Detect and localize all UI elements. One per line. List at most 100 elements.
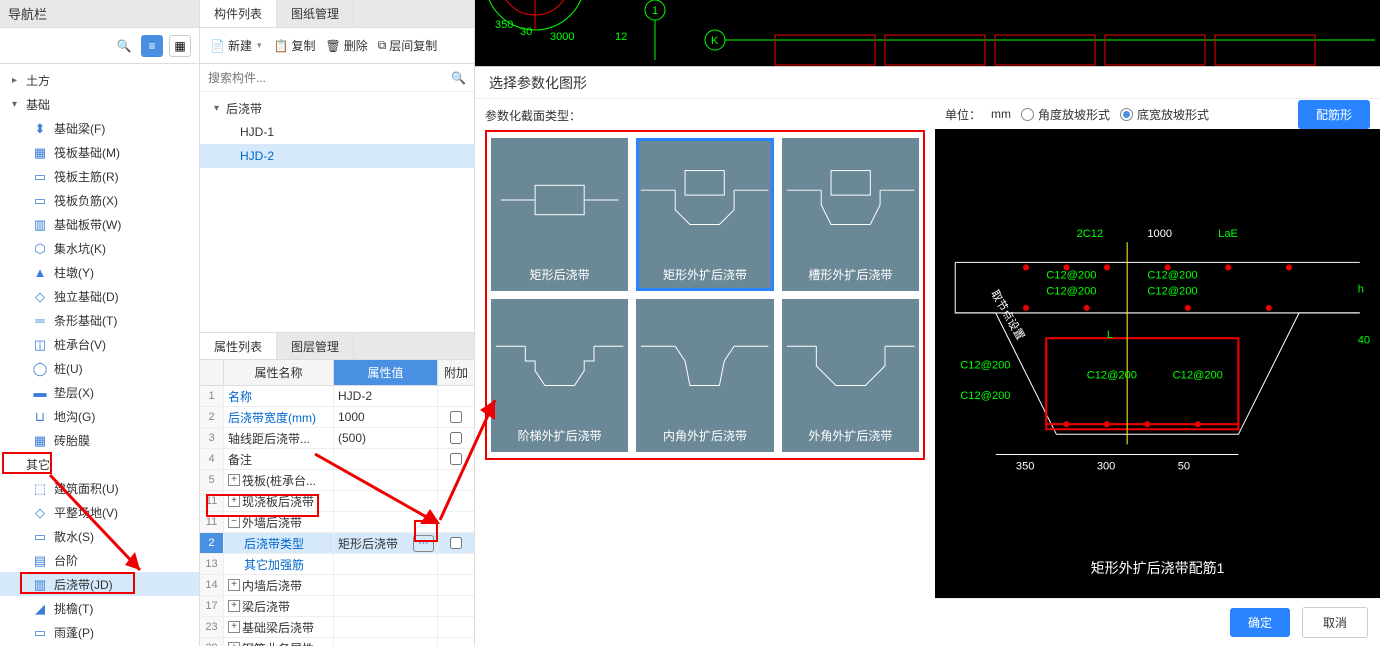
svg-text:C12@200: C12@200: [1147, 270, 1197, 282]
dialog-footer: 确定 取消: [935, 598, 1380, 646]
tree-sub-hjd[interactable]: ▥后浇带(JD): [0, 572, 199, 596]
tree-sub[interactable]: ◇平整场地(V): [0, 500, 199, 524]
comp-item-selected[interactable]: HJD-2: [200, 144, 474, 168]
svg-text:3000: 3000: [550, 31, 574, 43]
section-card[interactable]: 内角外扩后浇带: [636, 299, 773, 452]
radio-width[interactable]: 底宽放坡形式: [1120, 106, 1209, 123]
tree-item-other[interactable]: 其它: [0, 452, 199, 476]
tree-sub[interactable]: ▲柱墩(Y): [0, 260, 199, 284]
comp-item[interactable]: HJD-1: [200, 120, 474, 144]
search-input[interactable]: [208, 71, 445, 85]
tree-sub[interactable]: ◢挑檐(T): [0, 596, 199, 620]
tree-item-foundation[interactable]: ▾基础: [0, 92, 199, 116]
component-panel: 构件列表 图纸管理 📄新建▾ 📋复制 🗑删除 ⧉层间复制 🔍 ▾后浇带 HJD-…: [200, 0, 475, 646]
section-card-selected[interactable]: 矩形外扩后浇带: [636, 138, 773, 291]
dialog-title: 选择参数化图形: [475, 67, 1380, 99]
checkbox[interactable]: [450, 453, 462, 465]
detail-header: 单位： mm 角度放坡形式 底宽放坡形式 配筋形: [935, 99, 1380, 129]
checkbox[interactable]: [450, 432, 462, 444]
tree-sub[interactable]: ◫桩承台(V): [0, 332, 199, 356]
detail-cad: 2C12 1000 LaE: [935, 129, 1380, 598]
comp-root[interactable]: ▾后浇带: [200, 96, 474, 120]
tree-sub[interactable]: ▭筏板负筋(X): [0, 188, 199, 212]
tree-sub[interactable]: ▦筏板基础(M): [0, 140, 199, 164]
svg-text:C12@200: C12@200: [1046, 286, 1096, 298]
unit-value: mm: [991, 107, 1011, 121]
view-grid-button[interactable]: ▦: [169, 35, 191, 57]
component-toolbar: 📄新建▾ 📋复制 🗑删除 ⧉层间复制: [200, 28, 474, 64]
tree-item-earth[interactable]: ▸土方: [0, 68, 199, 92]
svg-text:LaE: LaE: [1218, 228, 1238, 240]
svg-text:1000: 1000: [1147, 228, 1172, 240]
cad-preview: 350 30 3000 12 1 K: [475, 0, 1380, 66]
nav-tree: ▸土方 ▾基础 ⬍基础梁(F) ▦筏板基础(M) ▭筏板主筋(R) ▭筏板负筋(…: [0, 64, 199, 646]
col-name: 属性名称: [224, 360, 334, 385]
nav-title: 导航栏: [0, 0, 199, 28]
svg-text:L: L: [1107, 329, 1113, 341]
delete-button[interactable]: 🗑删除: [321, 34, 371, 57]
tree-sub[interactable]: ═条形基础(T): [0, 308, 199, 332]
file-icon: 📄: [210, 39, 225, 53]
svg-text:h: h: [1358, 284, 1364, 296]
dialog: 选择参数化图形 参数化截面类型： 矩形后浇带 矩形外扩后浇带 槽形外扩后浇带: [475, 66, 1380, 646]
section-card[interactable]: 槽形外扩后浇带: [782, 138, 919, 291]
ok-button[interactable]: 确定: [1230, 608, 1290, 637]
svg-text:12: 12: [615, 31, 627, 43]
layers-icon: ⧉: [378, 38, 387, 53]
tree-sub[interactable]: ▭筏板主筋(R): [0, 164, 199, 188]
copy-button[interactable]: 📋复制: [270, 34, 320, 57]
param-label: 参数化截面类型：: [485, 107, 925, 124]
unit-label: 单位：: [945, 106, 981, 123]
detail-label: 矩形外扩后浇带配筋1: [1091, 558, 1225, 578]
svg-text:取节点设置: 取节点设置: [988, 288, 1027, 343]
svg-text:300: 300: [1097, 461, 1116, 473]
tab-drawings[interactable]: 图纸管理: [277, 0, 354, 27]
tree-sub[interactable]: ⊔地沟(G): [0, 404, 199, 428]
nav-panel: 导航栏 🔍 ≡ ▦ ▸土方 ▾基础 ⬍基础梁(F) ▦筏板基础(M) ▭筏板主筋…: [0, 0, 200, 646]
checkbox[interactable]: [450, 537, 462, 549]
tree-sub[interactable]: ◇独立基础(D): [0, 284, 199, 308]
param-panel: 参数化截面类型： 矩形后浇带 矩形外扩后浇带 槽形外扩后浇带: [475, 99, 935, 646]
checkbox[interactable]: [450, 411, 462, 423]
delete-icon: 🗑: [325, 39, 340, 53]
tree-sub[interactable]: ▭散水(S): [0, 524, 199, 548]
tree-sub[interactable]: ⬍基础梁(F): [0, 116, 199, 140]
col-val: 属性值: [334, 360, 438, 385]
new-button[interactable]: 📄新建▾: [206, 34, 268, 57]
tree-sub[interactable]: ▭雨蓬(P): [0, 620, 199, 644]
section-card[interactable]: 阶梯外扩后浇带: [491, 299, 628, 452]
more-button[interactable]: ⋯: [413, 535, 434, 552]
svg-text:2C12: 2C12: [1077, 228, 1104, 240]
section-grid: 矩形后浇带 矩形外扩后浇带 槽形外扩后浇带 阶梯外扩后浇带: [485, 130, 925, 460]
tab-layers[interactable]: 图层管理: [277, 333, 354, 359]
tree-sub[interactable]: ▤台阶: [0, 548, 199, 572]
floor-copy-button[interactable]: ⧉层间复制: [374, 34, 442, 57]
detail-panel: 单位： mm 角度放坡形式 底宽放坡形式 配筋形 2C12 1000 LaE: [935, 99, 1380, 646]
search-icon[interactable]: 🔍: [451, 71, 466, 85]
component-tabs: 构件列表 图纸管理: [200, 0, 474, 28]
tree-sub[interactable]: ⬚建筑面积(U): [0, 476, 199, 500]
rebar-button[interactable]: 配筋形: [1298, 100, 1370, 129]
search-icon[interactable]: 🔍: [113, 35, 135, 57]
search-box: 🔍: [200, 64, 474, 92]
section-card[interactable]: 外角外扩后浇带: [782, 299, 919, 452]
svg-text:350: 350: [495, 19, 513, 31]
svg-text:C12@200: C12@200: [1173, 370, 1223, 382]
tree-sub[interactable]: ◯桩(U): [0, 356, 199, 380]
tree-sub[interactable]: ▥基础板带(W): [0, 212, 199, 236]
svg-text:1: 1: [652, 5, 658, 17]
cancel-button[interactable]: 取消: [1302, 607, 1368, 638]
tab-list[interactable]: 构件列表: [200, 0, 277, 27]
section-card[interactable]: 矩形后浇带: [491, 138, 628, 291]
tab-props[interactable]: 属性列表: [200, 333, 277, 359]
property-table: 属性名称 属性值 附加 1名称HJD-2 2后浇带宽度(mm)1000 3轴线距…: [200, 360, 474, 646]
radio-angle[interactable]: 角度放坡形式: [1021, 106, 1110, 123]
svg-text:40: 40: [1358, 334, 1370, 346]
svg-text:C12@200: C12@200: [960, 360, 1010, 372]
view-list-button[interactable]: ≡: [141, 35, 163, 57]
tree-sub[interactable]: ▬垫层(X): [0, 380, 199, 404]
tree-sub[interactable]: ⬡集水坑(K): [0, 236, 199, 260]
svg-text:C12@200: C12@200: [1046, 270, 1096, 282]
copy-icon: 📋: [274, 39, 289, 53]
tree-sub[interactable]: ▦砖胎膜: [0, 428, 199, 452]
